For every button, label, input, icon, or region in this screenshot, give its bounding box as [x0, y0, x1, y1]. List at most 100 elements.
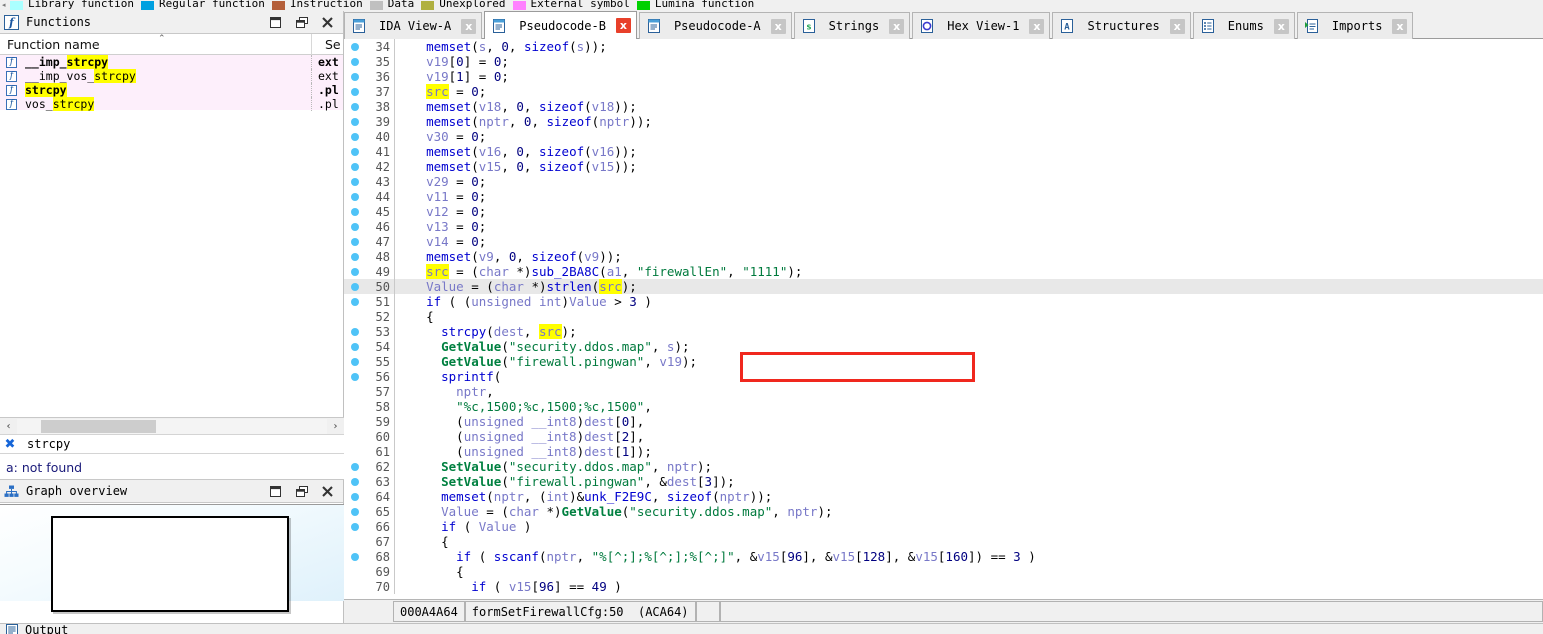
code-line[interactable]: 63 SetValue("firewall.pingwan", &dest[3]…	[344, 474, 1543, 489]
breakpoint-marker-icon[interactable]	[344, 477, 366, 486]
code-line[interactable]: 64 memset(nptr, (int)&unk_F2E9C, sizeof(…	[344, 489, 1543, 504]
code-line[interactable]: 40 v30 = 0;	[344, 129, 1543, 144]
code-line[interactable]: 46 v13 = 0;	[344, 219, 1543, 234]
breakpoint-marker-icon[interactable]	[344, 267, 366, 276]
breakpoint-marker-icon[interactable]	[344, 252, 366, 261]
column-header-function-name[interactable]: Function name	[0, 37, 100, 52]
pseudocode-view[interactable]: 34 memset(s, 0, sizeof(s)); 35 v19[0] = 0…	[344, 39, 1543, 599]
breakpoint-marker-icon[interactable]	[344, 462, 366, 471]
code-line[interactable]: 37 src = 0;	[344, 84, 1543, 99]
breakpoint-marker-icon[interactable]	[344, 192, 366, 201]
tab-imports[interactable]: Imports x	[1296, 12, 1414, 39]
tab-enums[interactable]: Enums x	[1192, 12, 1295, 39]
code-line[interactable]: 35 v19[0] = 0;	[344, 54, 1543, 69]
scroll-left-icon[interactable]: ‹	[0, 418, 17, 435]
breakpoint-marker-icon[interactable]	[344, 237, 366, 246]
tab-close-icon[interactable]: x	[1392, 18, 1408, 34]
breakpoint-marker-icon[interactable]	[344, 342, 366, 351]
code-line[interactable]: 66 if ( Value )	[344, 519, 1543, 534]
code-line[interactable]: 45 v12 = 0;	[344, 204, 1543, 219]
scrollbar-thumb[interactable]	[41, 419, 156, 433]
code-line[interactable]: 52 {	[344, 309, 1543, 324]
code-line[interactable]: 68 if ( sscanf(nptr, "%[^;];%[^;];%[^;]"…	[344, 549, 1543, 564]
code-line[interactable]: 49 src = (char *)sub_2BA8C(a1, "firewall…	[344, 264, 1543, 279]
functions-list[interactable]: f __imp_strcpy ext f __imp_vos_strcpy ext f str…	[0, 55, 343, 111]
code-line[interactable]: 38 memset(v18, 0, sizeof(v18));	[344, 99, 1543, 114]
breakpoint-marker-icon[interactable]	[344, 132, 366, 141]
code-line[interactable]: 42 memset(v15, 0, sizeof(v15));	[344, 159, 1543, 174]
breakpoint-marker-icon[interactable]	[344, 222, 366, 231]
breakpoint-marker-icon[interactable]	[344, 177, 366, 186]
scroll-right-icon[interactable]: ›	[327, 418, 344, 435]
breakpoint-marker-icon[interactable]	[344, 372, 366, 381]
code-line[interactable]: 48 memset(v9, 0, sizeof(v9));	[344, 249, 1543, 264]
tab-strings[interactable]: s Strings x	[793, 12, 911, 39]
tab-close-icon[interactable]: x	[1273, 18, 1289, 34]
code-line[interactable]: 53 strcpy(dest, src);	[344, 324, 1543, 339]
tab-structures[interactable]: A Structures x	[1052, 12, 1191, 39]
breakpoint-marker-icon[interactable]	[344, 492, 366, 501]
code-line[interactable]: 59 (unsigned __int8)dest[0],	[344, 414, 1543, 429]
code-line[interactable]: 34 memset(s, 0, sizeof(s));	[344, 39, 1543, 54]
graph-viewport-rect[interactable]	[51, 516, 289, 612]
code-line[interactable]: 58 "%c,1500;%c,1500;%c,1500",	[344, 399, 1543, 414]
breakpoint-marker-icon[interactable]	[344, 282, 366, 291]
code-line[interactable]: 65 Value = (char *)GetValue("security.dd…	[344, 504, 1543, 519]
breakpoint-marker-icon[interactable]	[344, 297, 366, 306]
code-line[interactable]: 51 if ( (unsigned int)Value > 3 )	[344, 294, 1543, 309]
breakpoint-marker-icon[interactable]	[344, 357, 366, 366]
breakpoint-marker-icon[interactable]	[344, 87, 366, 96]
dock-icon[interactable]	[295, 16, 308, 29]
breakpoint-marker-icon[interactable]	[344, 57, 366, 66]
tab-pseudocode-b[interactable]: Pseudocode-B x	[484, 11, 637, 39]
code-line[interactable]: 41 memset(v16, 0, sizeof(v16));	[344, 144, 1543, 159]
close-icon[interactable]	[321, 485, 334, 498]
legend-scroll-arrow[interactable]: ◂	[2, 0, 10, 11]
close-icon[interactable]	[321, 16, 334, 29]
breakpoint-marker-icon[interactable]	[344, 102, 366, 111]
tab-close-icon[interactable]: x	[461, 18, 477, 34]
search-input[interactable]	[20, 435, 344, 453]
breakpoint-marker-icon[interactable]	[344, 147, 366, 156]
tab-close-icon[interactable]: x	[770, 18, 786, 34]
breakpoint-marker-icon[interactable]	[344, 327, 366, 336]
code-line[interactable]: 69 {	[344, 564, 1543, 579]
breakpoint-marker-icon[interactable]	[344, 507, 366, 516]
tab-close-icon[interactable]: x	[615, 18, 631, 33]
tab-close-icon[interactable]: x	[1029, 18, 1045, 34]
function-list-item[interactable]: f vos_strcpy .pl	[0, 97, 343, 111]
code-line[interactable]: 67 {	[344, 534, 1543, 549]
code-line[interactable]: 43 v29 = 0;	[344, 174, 1543, 189]
code-line[interactable]: 50 Value = (char *)strlen(src);	[344, 279, 1543, 294]
breakpoint-marker-icon[interactable]	[344, 522, 366, 531]
functions-horizontal-scrollbar[interactable]: ‹ ›	[0, 417, 344, 434]
breakpoint-marker-icon[interactable]	[344, 552, 366, 561]
dock-icon[interactable]	[295, 485, 308, 498]
column-divider[interactable]	[311, 34, 312, 55]
code-line[interactable]: 36 v19[1] = 0;	[344, 69, 1543, 84]
code-line[interactable]: 60 (unsigned __int8)dest[2],	[344, 429, 1543, 444]
restore-icon[interactable]	[269, 16, 282, 29]
restore-icon[interactable]	[269, 485, 282, 498]
tab-hex-view-1[interactable]: Hex View-1 x	[912, 12, 1051, 39]
function-list-item[interactable]: f __imp_vos_strcpy ext	[0, 69, 343, 83]
breakpoint-marker-icon[interactable]	[344, 207, 366, 216]
tab-close-icon[interactable]: x	[889, 18, 905, 34]
code-line[interactable]: 47 v14 = 0;	[344, 234, 1543, 249]
clear-filter-icon[interactable]: ✖	[0, 437, 20, 452]
tab-ida-view-a[interactable]: IDA View-A x	[344, 12, 483, 39]
code-line[interactable]: 39 memset(nptr, 0, sizeof(nptr));	[344, 114, 1543, 129]
code-line[interactable]: 57 nptr,	[344, 384, 1543, 399]
breakpoint-marker-icon[interactable]	[344, 72, 366, 81]
code-line[interactable]: 62 SetValue("security.ddos.map", nptr);	[344, 459, 1543, 474]
code-line[interactable]: 44 v11 = 0;	[344, 189, 1543, 204]
scrollbar-track[interactable]	[17, 418, 327, 434]
column-header-segment[interactable]: Se	[318, 37, 341, 52]
code-line[interactable]: 61 (unsigned __int8)dest[1]);	[344, 444, 1543, 459]
code-line[interactable]: 54 GetValue("security.ddos.map", s);	[344, 339, 1543, 354]
code-line[interactable]: 56 sprintf(	[344, 369, 1543, 384]
tab-pseudocode-a[interactable]: Pseudocode-A x	[638, 12, 792, 39]
code-line[interactable]: 70 if ( v15[96] == 49 )	[344, 579, 1543, 594]
breakpoint-marker-icon[interactable]	[344, 42, 366, 51]
breakpoint-marker-icon[interactable]	[344, 162, 366, 171]
